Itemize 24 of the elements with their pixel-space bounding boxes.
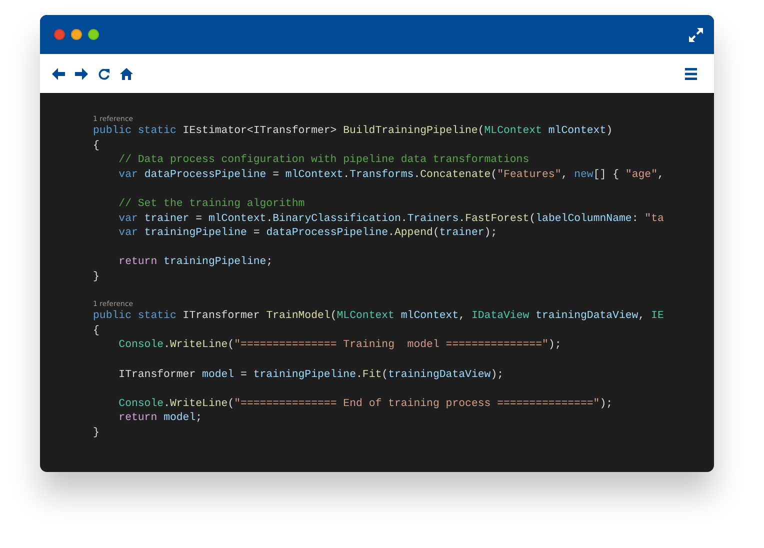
forward-arrow-icon[interactable] [75, 68, 88, 80]
code-line: return model; [118, 411, 204, 426]
home-icon[interactable] [120, 68, 133, 80]
code-line: public static IEstimator<ITransformer> BuildTrainingPipeline(MLContext mlContext) [93, 124, 614, 139]
code-line: // Set the training algorithm [118, 196, 306, 212]
code-line: var dataProcessPipeline = mlContext.Transforms.Concatenate("Features", new[] { "age", [118, 168, 665, 182]
code-line: return trainingPipeline; [118, 255, 274, 270]
code-line: Console.WriteLine("=============== Training model ==============="); [118, 338, 562, 353]
code-line: } [93, 270, 100, 285]
menu-icon[interactable] [685, 68, 697, 80]
code-line: var trainer = mlContext.BinaryClassification.Trainers.FastForest(labelColumnName: "ta [118, 212, 665, 226]
zoom-icon[interactable] [88, 29, 99, 40]
reload-icon[interactable] [98, 68, 110, 80]
code-line: public static ITransformer TrainModel(MLContext mlContext, IDataView trainingDataView, IE [93, 309, 665, 324]
code-line: Console.WriteLine("=============== End of training process ==============="); [118, 396, 614, 412]
code-line: { [93, 138, 100, 154]
code-line: { [93, 324, 100, 338]
back-arrow-icon[interactable] [52, 68, 65, 80]
code-line: var trainingPipeline = dataProcessPipeline.Append(trainer); [118, 226, 498, 241]
code-line: ITransformer model = trainingPipeline.Fit(trainingDataView); [118, 368, 505, 382]
expand-icon[interactable] [688, 26, 704, 42]
minimize-icon[interactable] [71, 29, 82, 40]
code-line: // Data process configuration with pipeline data transformations [118, 153, 530, 168]
code-line: } [93, 426, 100, 440]
